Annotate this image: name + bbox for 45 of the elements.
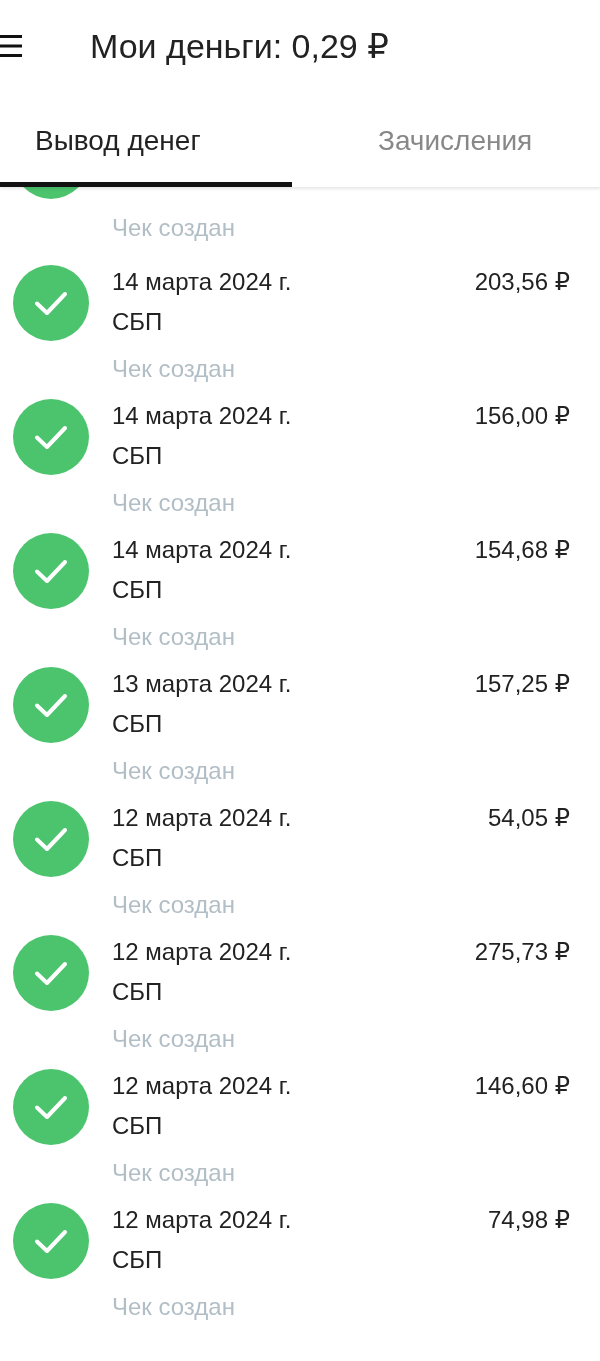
withdrawal-amount: 275,73 ₽ [474,937,570,967]
payment-method: СБП [112,843,163,873]
withdrawal-amount: 154,68 ₽ [474,535,570,565]
tab[interactable]: Вывод денег [0,92,292,187]
check-circle-icon [13,801,89,877]
check-circle-icon [13,935,89,1011]
payment-method: СБП [112,575,163,605]
payment-method: СБП [112,1111,163,1141]
check-circle-icon [13,667,89,743]
receipt-status: Чек создан [112,213,236,243]
withdrawal-date: 12 марта 2024 г. [112,937,292,967]
withdrawal-amount: 157,25 ₽ [474,669,570,699]
payment-method: СБП [112,977,163,1007]
check-circle-icon [13,1203,89,1279]
payment-method: СБП [112,709,163,739]
withdrawal-amount: 54,05 ₽ [488,803,570,833]
receipt-status: Чек создан [112,756,236,786]
receipt-status: Чек создан [112,890,236,920]
page-title: Мои деньги: 0,29 ₽ [90,26,389,66]
payment-method: СБП [112,441,163,471]
withdrawal-date: 14 марта 2024 г. [112,535,292,565]
withdrawal-date: 12 марта 2024 г. [112,803,292,833]
receipt-status: Чек создан [112,354,236,384]
receipt-status: Чек создан [112,1024,236,1054]
withdrawal-amount: 156,00 ₽ [474,401,570,431]
receipt-status: Чек создан [112,488,236,518]
withdrawal-amount: 74,98 ₽ [488,1205,570,1235]
check-circle-icon [13,533,89,609]
receipt-status: Чек создан [112,1292,236,1322]
payment-method: СБП [112,307,163,337]
check-circle-icon [13,265,89,341]
receipt-status: Чек создан [112,1158,236,1188]
payment-method: СБП [112,1245,163,1275]
withdrawal-date: 14 марта 2024 г. [112,267,292,297]
withdrawal-date: 12 марта 2024 г. [112,1071,292,1101]
withdrawal-amount: 203,56 ₽ [474,267,570,297]
withdrawal-amount: 146,60 ₽ [474,1071,570,1101]
receipt-status: Чек создан [112,622,236,652]
check-circle-icon [13,1069,89,1145]
withdrawal-date: 12 марта 2024 г. [112,1205,292,1235]
withdrawal-date: 14 марта 2024 г. [112,401,292,431]
menu-icon[interactable] [0,35,22,57]
withdrawal-date: 13 марта 2024 г. [112,669,292,699]
tab[interactable]: Зачисления [292,92,600,187]
check-circle-icon [13,399,89,475]
